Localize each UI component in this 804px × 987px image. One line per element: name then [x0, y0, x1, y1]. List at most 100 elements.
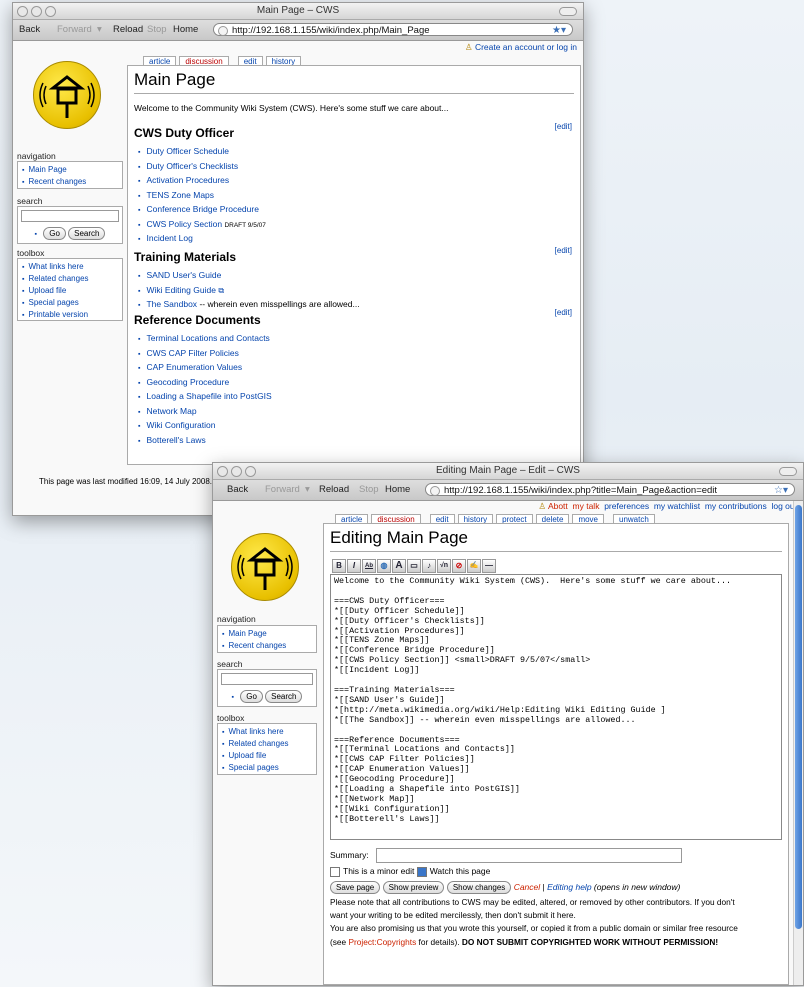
signature-icon[interactable]: ✍: [467, 559, 481, 573]
show-changes-button[interactable]: Show changes: [446, 881, 512, 894]
back-button[interactable]: Back: [227, 480, 248, 500]
list-item[interactable]: Duty Officer Schedule: [138, 145, 266, 160]
minor-edit-checkbox[interactable]: [330, 866, 340, 877]
window-titlebar[interactable]: Main Page – CWS: [13, 3, 583, 20]
search-button[interactable]: Search: [265, 689, 303, 703]
list-item[interactable]: Network Map: [138, 405, 272, 420]
search-input[interactable]: [21, 210, 119, 222]
forward-button[interactable]: Forward: [265, 480, 300, 500]
search-input[interactable]: [221, 673, 313, 685]
bookmark-star-icon[interactable]: ★▾: [552, 24, 566, 37]
bold-icon[interactable]: B: [332, 559, 346, 573]
reload-button[interactable]: Reload: [319, 480, 349, 500]
external-link-icon[interactable]: ◍: [377, 559, 391, 573]
go-button[interactable]: Go: [240, 689, 263, 703]
my-contributions-link[interactable]: my contributions: [705, 501, 767, 511]
address-bar[interactable]: http://192.168.1.155/wiki/index.php?titl…: [425, 483, 795, 496]
stop-button[interactable]: Stop: [359, 480, 379, 500]
italic-icon[interactable]: I: [347, 559, 361, 573]
window-titlebar[interactable]: Editing Main Page – Edit – CWS: [213, 463, 803, 480]
list-item[interactable]: Wiki Configuration: [138, 419, 272, 434]
cws-logo-icon[interactable]: [33, 61, 101, 129]
list-item[interactable]: Loading a Shapefile into PostGIS: [138, 390, 271, 405]
minimize-window-button[interactable]: [231, 466, 242, 477]
toolbox-upload-file[interactable]: Upload file: [22, 285, 118, 297]
list-item[interactable]: CAP Enumeration Values: [138, 361, 272, 376]
wikitext-editor[interactable]: Welcome to the Community Wiki System (CW…: [330, 574, 782, 840]
nav-main-page[interactable]: Main Page: [22, 164, 118, 176]
sandbox-note: -- wherein even misspellings are allowed…: [199, 299, 360, 309]
internal-link-icon[interactable]: Ab: [362, 559, 376, 573]
edit-section-link[interactable]: [edit]: [555, 122, 572, 131]
wiki-editing-guide-link[interactable]: Wiki Editing Guide: [146, 285, 215, 295]
list-item[interactable]: Terminal Locations and Contacts: [138, 332, 272, 347]
vertical-scrollbar[interactable]: [793, 501, 803, 985]
watch-page-checkbox[interactable]: [416, 866, 427, 877]
user-name-link[interactable]: Abott: [548, 501, 568, 511]
policy-link[interactable]: CWS Policy Section: [146, 219, 222, 229]
bookmark-star-icon[interactable]: ☆▾: [774, 484, 788, 497]
math-icon[interactable]: √n: [437, 559, 451, 573]
save-page-button[interactable]: Save page: [330, 881, 381, 894]
home-button[interactable]: Home: [385, 480, 410, 500]
address-bar[interactable]: http://192.168.1.155/wiki/index.php/Main…: [213, 23, 573, 36]
toolbox-related-changes[interactable]: Related changes: [22, 273, 118, 285]
edit-section-link[interactable]: [edit]: [555, 308, 572, 317]
sandbox-link[interactable]: The Sandbox: [146, 299, 197, 309]
toolbox-related-changes[interactable]: Related changes: [222, 738, 312, 750]
window-title: Main Page – CWS: [256, 5, 340, 16]
my-talk-link[interactable]: my talk: [573, 501, 600, 511]
list-item[interactable]: Duty Officer's Checklists: [138, 160, 266, 175]
toolbar-toggle-button[interactable]: [779, 467, 797, 476]
project-copyrights-link[interactable]: Project:Copyrights: [348, 937, 416, 947]
create-account-link[interactable]: Create an account or log in: [475, 42, 577, 52]
zoom-window-button[interactable]: [45, 6, 56, 17]
headline-icon[interactable]: A: [392, 559, 406, 573]
list-item[interactable]: Activation Procedures: [138, 174, 266, 189]
close-window-button[interactable]: [217, 466, 228, 477]
history-dropdown-icon[interactable]: ▾: [97, 20, 102, 40]
list-item[interactable]: Geocoding Procedure: [138, 376, 272, 391]
media-icon[interactable]: ♪: [422, 559, 436, 573]
my-watchlist-link[interactable]: my watchlist: [654, 501, 700, 511]
cws-logo-icon[interactable]: [231, 533, 299, 601]
list-item[interactable]: Botterell's Laws: [138, 434, 272, 449]
forward-button[interactable]: Forward: [57, 20, 92, 40]
nav-recent-changes[interactable]: Recent changes: [22, 176, 118, 188]
toolbox-upload-file[interactable]: Upload file: [222, 750, 312, 762]
list-item[interactable]: CWS CAP Filter Policies: [138, 347, 272, 362]
list-item[interactable]: Incident Log: [138, 232, 266, 247]
list-item[interactable]: SAND User's Guide: [138, 269, 360, 284]
nav-recent-changes[interactable]: Recent changes: [222, 640, 312, 652]
image-icon[interactable]: ▭: [407, 559, 421, 573]
toolbox-special-pages[interactable]: Special pages: [222, 762, 312, 774]
horizontal-line-icon[interactable]: —: [482, 559, 496, 573]
show-preview-button[interactable]: Show preview: [382, 881, 445, 894]
toolbar-toggle-button[interactable]: [559, 7, 577, 16]
list-item[interactable]: Conference Bridge Procedure: [138, 203, 266, 218]
notice-text: (see: [330, 936, 349, 947]
editing-help-link[interactable]: Editing help: [547, 882, 591, 892]
nav-main-page[interactable]: Main Page: [222, 628, 312, 640]
back-button[interactable]: Back: [19, 20, 40, 40]
history-dropdown-icon[interactable]: ▾: [305, 480, 310, 500]
cancel-link[interactable]: Cancel: [514, 882, 540, 892]
reload-button[interactable]: Reload: [113, 20, 143, 40]
preferences-link[interactable]: preferences: [604, 501, 649, 511]
zoom-window-button[interactable]: [245, 466, 256, 477]
toolbox-printable-version[interactable]: Printable version: [22, 309, 118, 321]
close-window-button[interactable]: [17, 6, 28, 17]
list-item[interactable]: TENS Zone Maps: [138, 189, 266, 204]
home-button[interactable]: Home: [173, 20, 198, 40]
edit-section-link[interactable]: [edit]: [555, 246, 572, 255]
nowiki-icon[interactable]: ⊘: [452, 559, 466, 573]
stop-button[interactable]: Stop: [147, 20, 167, 40]
toolbox-what-links-here[interactable]: What links here: [222, 726, 312, 738]
minimize-window-button[interactable]: [31, 6, 42, 17]
go-button[interactable]: Go: [43, 226, 66, 240]
toolbox-what-links-here[interactable]: What links here: [22, 261, 118, 273]
toolbox-special-pages[interactable]: Special pages: [22, 297, 118, 309]
summary-input[interactable]: [376, 848, 682, 863]
search-button[interactable]: Search: [68, 226, 106, 240]
scrollbar-thumb[interactable]: [795, 505, 802, 929]
